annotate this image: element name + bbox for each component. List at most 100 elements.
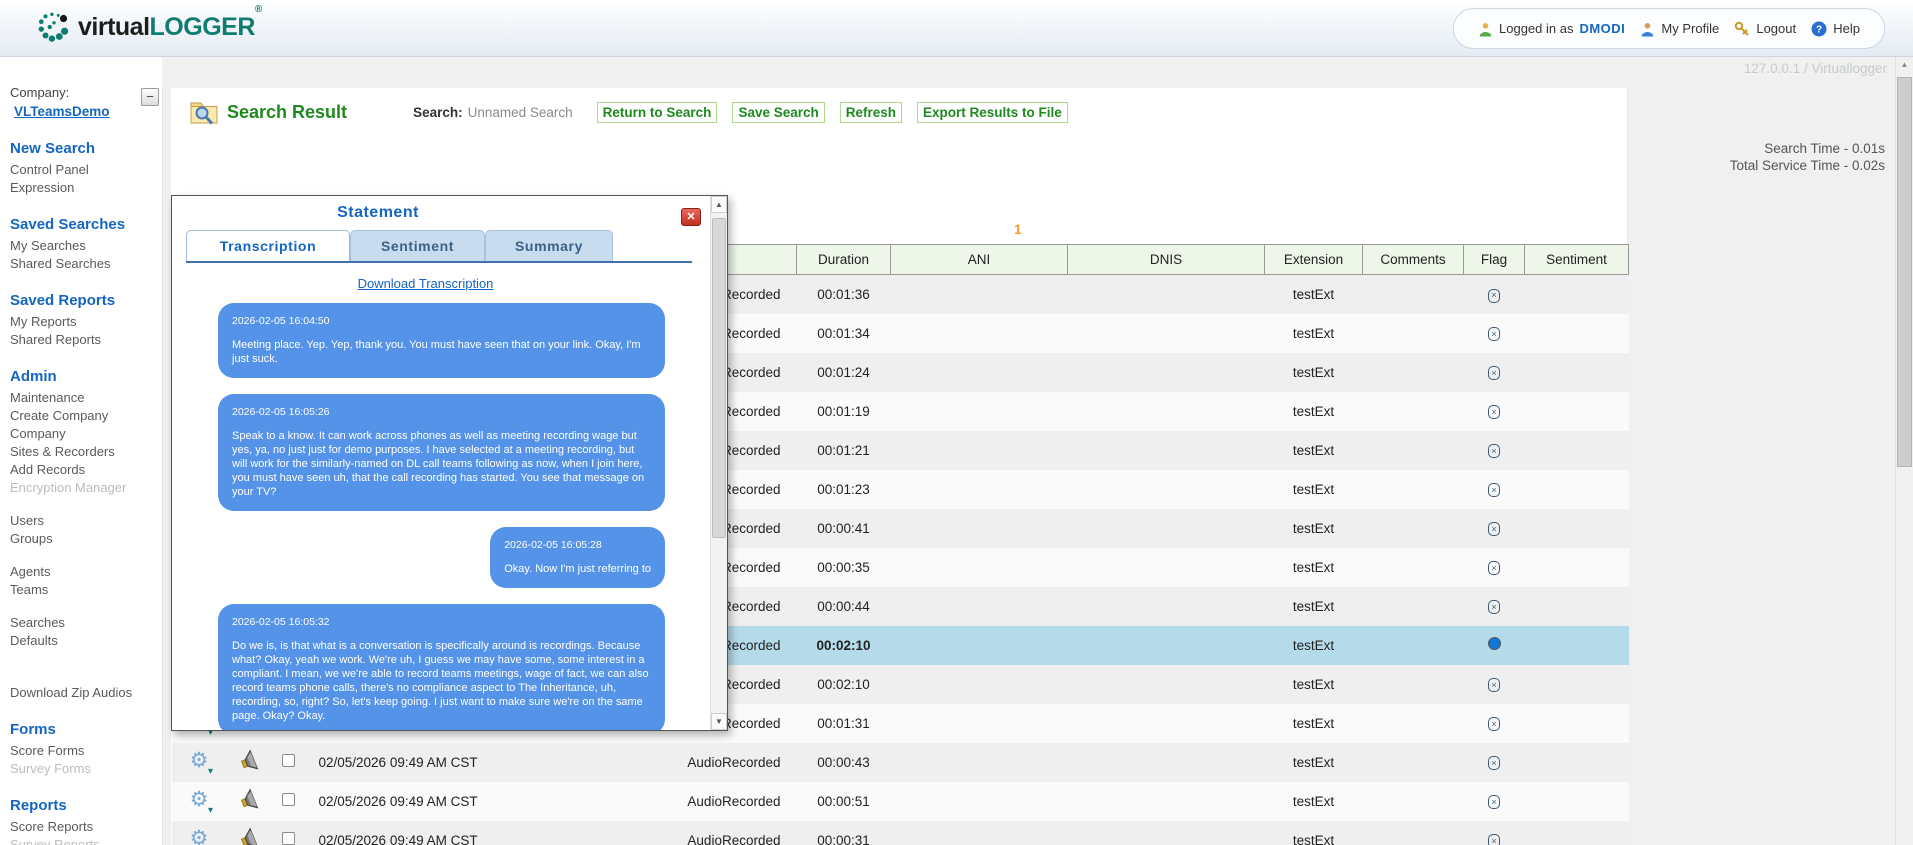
table-row[interactable]: ⚙▾ 02/05/2026 09:49 AM CST AudioRecorded…: [172, 782, 1629, 821]
row-comments: [1363, 821, 1464, 845]
window-scrollbar-thumb[interactable]: [1897, 77, 1912, 467]
sidebar-item-searches[interactable]: Searches: [10, 616, 158, 630]
modal-close-button[interactable]: ✕: [681, 208, 701, 226]
refresh-button[interactable]: Refresh: [840, 102, 902, 123]
speaker-icon[interactable]: [239, 827, 261, 845]
my-profile-button[interactable]: My Profile: [1640, 21, 1719, 37]
sidebar-item-defaults[interactable]: Defaults: [10, 634, 158, 648]
sidebar-section: Users Groups: [10, 514, 158, 546]
flag-outline-icon[interactable]: ×: [1488, 561, 1500, 575]
window-scroll-up-icon[interactable]: ▲: [1896, 57, 1913, 74]
flag-outline-icon[interactable]: ×: [1488, 678, 1500, 692]
sidebar-item-control-panel[interactable]: Control Panel: [10, 163, 158, 177]
table-row[interactable]: ⚙▾ 02/05/2026 09:49 AM CST AudioRecorded…: [172, 821, 1629, 845]
flag-outline-icon[interactable]: ×: [1488, 522, 1500, 536]
row-extension: testExt: [1265, 821, 1363, 845]
row-checkbox[interactable]: [282, 754, 295, 767]
transcription-bubble: 2026-02-05 16:04:50 Meeting place. Yep. …: [218, 303, 665, 378]
tab-transcription[interactable]: Transcription: [186, 230, 350, 261]
logo-wordmark: virtualLOGGER®: [78, 13, 262, 42]
sidebar-item-shared-reports[interactable]: Shared Reports: [10, 333, 158, 347]
flag-dot-icon[interactable]: [1488, 637, 1501, 650]
table-row[interactable]: ⚙▾ 02/05/2026 09:49 AM CST AudioRecorded…: [172, 743, 1629, 782]
flag-outline-icon[interactable]: ×: [1488, 289, 1500, 303]
modal-scrollbar-thumb[interactable]: [712, 218, 726, 538]
sidebar-item-sites-recorders[interactable]: Sites & Recorders: [10, 445, 158, 459]
row-actions-gear-icon[interactable]: ⚙▾: [187, 789, 211, 813]
row-dnis: [1068, 743, 1265, 782]
row-dnis: [1068, 392, 1265, 431]
row-checkbox[interactable]: [282, 793, 295, 806]
row-flag-cell: ×: [1464, 704, 1525, 743]
export-results-to-file-button[interactable]: Export Results to File: [917, 102, 1068, 123]
help-button[interactable]: ? Help: [1811, 21, 1860, 37]
row-dnis: [1068, 821, 1265, 845]
username: DMODI: [1579, 21, 1625, 36]
column-header-dnis: DNIS: [1068, 245, 1265, 275]
flag-outline-icon[interactable]: ×: [1488, 483, 1500, 497]
row-comments: [1363, 782, 1464, 821]
application-window: virtualLOGGER® Logged in as DMODI My Pro…: [0, 0, 1913, 845]
modal-scroll-down-icon[interactable]: ▼: [711, 713, 727, 730]
sidebar-item-score-reports[interactable]: Score Reports: [10, 820, 158, 834]
flag-outline-icon[interactable]: ×: [1488, 444, 1500, 458]
sidebar-splitter[interactable]: [162, 88, 169, 845]
modal-scrollbar[interactable]: ▲ ▼: [710, 196, 727, 730]
flag-outline-icon[interactable]: ×: [1488, 795, 1500, 809]
sidebar-item-company[interactable]: Company: [10, 427, 158, 441]
sidebar-item-my-reports[interactable]: My Reports: [10, 315, 158, 329]
flag-outline-icon[interactable]: ×: [1488, 756, 1500, 770]
row-checkbox[interactable]: [282, 832, 295, 845]
page-number[interactable]: 1: [1014, 221, 1022, 237]
speaker-icon[interactable]: [239, 749, 261, 773]
sidebar-item-add-records[interactable]: Add Records: [10, 463, 158, 477]
save-search-button[interactable]: Save Search: [732, 102, 824, 123]
window-scrollbar[interactable]: ▲: [1895, 57, 1913, 845]
row-actions-gear-icon[interactable]: ⚙▾: [187, 828, 211, 845]
tab-summary[interactable]: Summary: [485, 230, 613, 261]
speaker-icon[interactable]: [239, 788, 261, 812]
sidebar-item-create-company[interactable]: Create Company: [10, 409, 158, 423]
row-audio-cell: [227, 782, 273, 821]
row-ani: [891, 470, 1068, 509]
row-extension: testExt: [1265, 353, 1363, 392]
row-ani: [891, 704, 1068, 743]
row-extension: testExt: [1265, 743, 1363, 782]
row-flag-cell: ×: [1464, 548, 1525, 587]
row-duration: 00:02:10: [797, 626, 891, 665]
row-extension: testExt: [1265, 704, 1363, 743]
row-dnis: [1068, 275, 1265, 314]
sidebar-item-score-forms[interactable]: Score Forms: [10, 744, 158, 758]
bubble-timestamp: 2026-02-05 16:04:50: [232, 314, 651, 328]
row-actions-gear-icon[interactable]: ⚙▾: [187, 750, 211, 774]
return-to-search-button[interactable]: Return to Search: [597, 102, 718, 123]
company-link[interactable]: VLTeamsDemo: [14, 104, 158, 119]
flag-outline-icon[interactable]: ×: [1488, 717, 1500, 731]
search-value: Unnamed Search: [468, 105, 573, 120]
logged-in-indicator[interactable]: Logged in as DMODI: [1478, 21, 1625, 37]
tab-sentiment[interactable]: Sentiment: [350, 230, 485, 261]
sidebar-item-download-zip-audios[interactable]: Download Zip Audios: [10, 686, 158, 700]
sidebar-item-users[interactable]: Users: [10, 514, 158, 528]
row-extension: testExt: [1265, 587, 1363, 626]
logout-button[interactable]: Logout: [1734, 21, 1796, 37]
sidebar-item-my-searches[interactable]: My Searches: [10, 239, 158, 253]
sidebar-item-teams[interactable]: Teams: [10, 583, 158, 597]
sidebar-item-groups[interactable]: Groups: [10, 532, 158, 546]
profile-icon: [1640, 21, 1655, 37]
flag-outline-icon[interactable]: ×: [1488, 366, 1500, 380]
flag-outline-icon[interactable]: ×: [1488, 405, 1500, 419]
flag-outline-icon[interactable]: ×: [1488, 327, 1500, 341]
sidebar-item-expression[interactable]: Expression: [10, 181, 158, 195]
sidebar-item-shared-searches[interactable]: Shared Searches: [10, 257, 158, 271]
download-transcription-link[interactable]: Download Transcription: [186, 276, 665, 291]
modal-scroll-up-icon[interactable]: ▲: [711, 196, 727, 213]
flag-outline-icon[interactable]: ×: [1488, 834, 1500, 845]
flag-outline-icon[interactable]: ×: [1488, 600, 1500, 614]
sidebar-item-maintenance[interactable]: Maintenance: [10, 391, 158, 405]
row-duration: 00:01:31: [797, 704, 891, 743]
sidebar-item-agents[interactable]: Agents: [10, 565, 158, 579]
sidebar-section: ReportsScore ReportsSurvey Reports: [10, 797, 158, 845]
search-time: Search Time - 0.01s: [1730, 140, 1885, 157]
sidebar-collapse-button[interactable]: −: [141, 88, 159, 106]
